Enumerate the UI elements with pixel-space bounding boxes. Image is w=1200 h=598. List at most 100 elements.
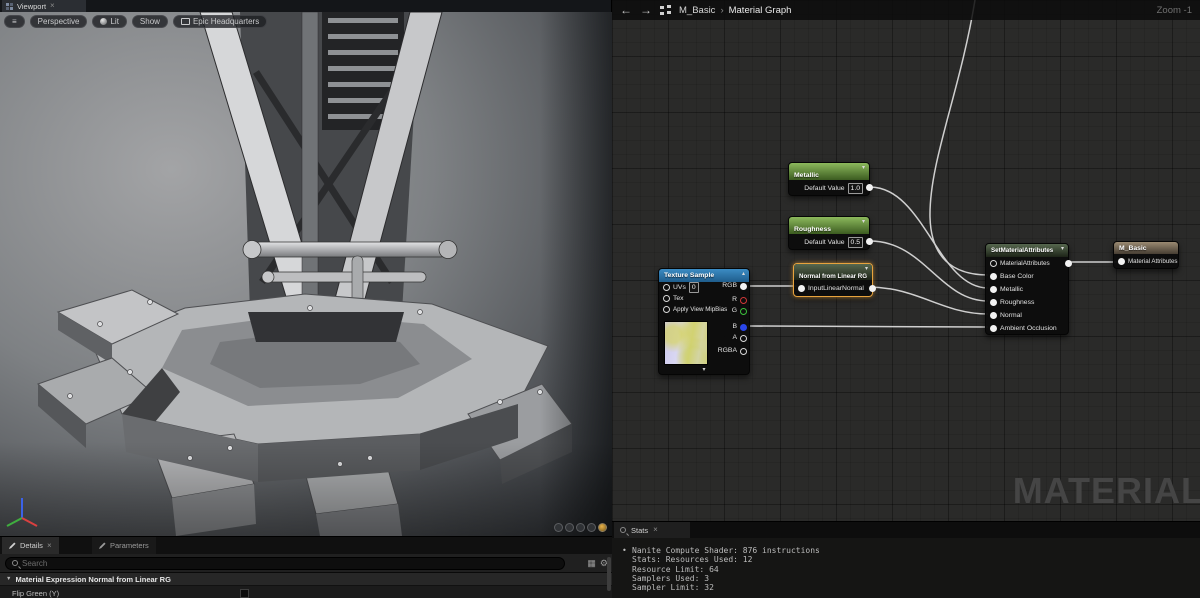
r-label: R [732, 296, 737, 303]
stats-content: •Nanite Compute Shader: 876 instructions… [612, 538, 1200, 592]
node-title: SetMaterialAttributes [991, 247, 1053, 254]
tab-stats[interactable]: Stats × [614, 522, 690, 538]
b-label: B [732, 323, 737, 330]
tab-details[interactable]: Details × [2, 537, 59, 554]
b-output-pin[interactable] [740, 324, 747, 331]
material-graph-canvas[interactable]: MATERIAL ← → M_Basic › Material Graph Zo… [612, 0, 1200, 598]
g-output-pin[interactable] [740, 308, 747, 315]
viewport-warning-icon[interactable] [598, 523, 607, 532]
flip-green-checkbox[interactable] [240, 589, 249, 598]
rgba-output-pin[interactable] [740, 348, 747, 355]
breadcrumb-asset[interactable]: M_Basic [679, 5, 715, 16]
node-title: Normal from Linear RG [799, 273, 867, 280]
wire-basecolor [930, 0, 988, 275]
default-value-field[interactable]: 0.5 [848, 237, 863, 248]
show-label: Show [140, 17, 160, 26]
node-m-basic-result[interactable]: M_Basic Material Attributes [1113, 241, 1179, 269]
node-roughness[interactable]: Roughness Param (0.5) ▾ Default Value 0.… [788, 216, 870, 250]
search-input[interactable] [22, 559, 558, 568]
expand-chevron-icon[interactable]: ▾ [702, 366, 705, 373]
zoom-level-indicator: Zoom -1 [1157, 5, 1192, 16]
chevron-up-icon[interactable]: ▴ [742, 270, 745, 277]
display-filter-icon[interactable]: ▦ [587, 557, 596, 569]
mipbias-label: Apply View MipBias [673, 306, 727, 313]
viewport-control-icon[interactable] [587, 523, 596, 532]
details-tab-close-icon[interactable]: × [47, 542, 52, 550]
lit-label: Lit [110, 17, 118, 26]
chevron-down-icon[interactable]: ▾ [862, 164, 865, 171]
material-attributes-input-pin[interactable] [1118, 258, 1125, 265]
breadcrumb-page: Material Graph [729, 5, 792, 16]
roughness-label: Roughness [1000, 299, 1034, 306]
viewport-tab-close-icon[interactable]: × [50, 2, 55, 10]
stat-line: Nanite Compute Shader: 876 instructions [632, 546, 820, 555]
perspective-button[interactable]: Perspective [30, 15, 88, 28]
r-output-pin[interactable] [740, 297, 747, 304]
details-tab-label: Details [20, 541, 43, 550]
stats-tab-close-icon[interactable]: × [653, 526, 658, 534]
texture-preview-thumbnail[interactable] [664, 321, 708, 365]
tab-parameters[interactable]: Parameters [92, 537, 156, 554]
node-set-material-attributes[interactable]: SetMaterialAttributes ▾ MaterialAttribut… [985, 243, 1069, 335]
default-value-field[interactable]: 1.0 [848, 183, 863, 194]
chevron-down-icon[interactable]: ▾ [1061, 245, 1064, 252]
rgb-label: RGB [722, 282, 737, 289]
metallic-input-pin[interactable] [990, 286, 997, 293]
materialattributes-input-pin[interactable] [990, 260, 997, 267]
materialattributes-output-pin[interactable] [1065, 260, 1072, 267]
basecolor-input-pin[interactable] [990, 273, 997, 280]
show-button[interactable]: Show [132, 15, 168, 28]
node-title: Roughness [794, 226, 831, 233]
chevron-down-icon[interactable]: ▾ [865, 265, 868, 272]
output-pin[interactable] [866, 238, 873, 245]
output-pin[interactable] [866, 184, 873, 191]
stat-line: Stats: Resources Used: 12 [632, 555, 752, 564]
normal-input-pin[interactable] [990, 312, 997, 319]
details-tabbar: Details × Parameters [0, 537, 612, 554]
roughness-input-pin[interactable] [990, 299, 997, 306]
stats-tabbar: Stats × [612, 522, 1200, 538]
viewport-control-icon[interactable] [576, 523, 585, 532]
stat-line: Sampler Limit: 32 [632, 583, 714, 592]
node-metallic[interactable]: Metallic Param (1) ▾ Default Value 1.0 [788, 162, 870, 196]
node-title: Texture Sample [664, 272, 714, 279]
tex-input-pin[interactable] [663, 295, 670, 302]
ambient-occlusion-input-pin[interactable] [990, 325, 997, 332]
camera-bookmark-button[interactable]: Epic Headquarters [173, 15, 267, 28]
node-texture-sample[interactable]: Texture Sample ▴ UVs 0 Tex Apply View Mi… [658, 268, 750, 375]
uvs-label: UVs [673, 284, 686, 291]
viewport-options-button[interactable]: ≡ [4, 15, 25, 28]
rgb-output-pin[interactable] [740, 283, 747, 290]
lit-mode-button[interactable]: Lit [92, 15, 126, 28]
rgba-label: RGBA [718, 347, 737, 354]
output-pin[interactable] [869, 285, 876, 292]
viewport-grid-icon [6, 3, 13, 10]
camera-bookmark-label: Epic Headquarters [193, 17, 259, 26]
mipbias-input-pin[interactable] [663, 306, 670, 313]
chevron-down-icon[interactable]: ▾ [862, 218, 865, 225]
uvs-input-pin[interactable] [663, 284, 670, 291]
section-title: Material Expression Normal from Linear R… [15, 575, 170, 584]
forward-arrow-icon[interactable]: → [640, 3, 652, 17]
details-section-header[interactable]: ▼ Material Expression Normal from Linear… [0, 572, 612, 585]
flip-green-label: Flip Green (Y) [12, 589, 59, 598]
a-output-pin[interactable] [740, 335, 747, 342]
pencil-icon [9, 542, 16, 549]
search-icon [12, 560, 18, 566]
bullet-icon: • [622, 546, 632, 555]
wire-roughness [870, 241, 988, 301]
stat-line: Resource Limit: 64 [632, 565, 719, 574]
back-arrow-icon[interactable]: ← [620, 3, 632, 17]
details-search-row: ▦ ⚙ [0, 554, 612, 572]
details-panel: Details × Parameters ▦ ⚙ ▼ Material Expr… [0, 536, 612, 598]
uvs-value-field[interactable]: 0 [689, 282, 699, 293]
normal-label: Normal [1000, 312, 1022, 319]
tab-viewport[interactable]: Viewport × [2, 0, 86, 12]
details-scrollbar[interactable] [607, 557, 611, 591]
input-pin[interactable] [798, 285, 805, 292]
unreal-material-editor: Viewport × [0, 0, 1200, 598]
node-normal-from-linear-rg[interactable]: Normal from Linear RG BLAttribs ▾ InputL… [793, 263, 873, 297]
viewport-control-icon[interactable] [565, 523, 574, 532]
viewport-3d-view[interactable]: ≡ Perspective Lit Show Epic Headquarters [0, 12, 612, 536]
viewport-control-icon[interactable] [554, 523, 563, 532]
